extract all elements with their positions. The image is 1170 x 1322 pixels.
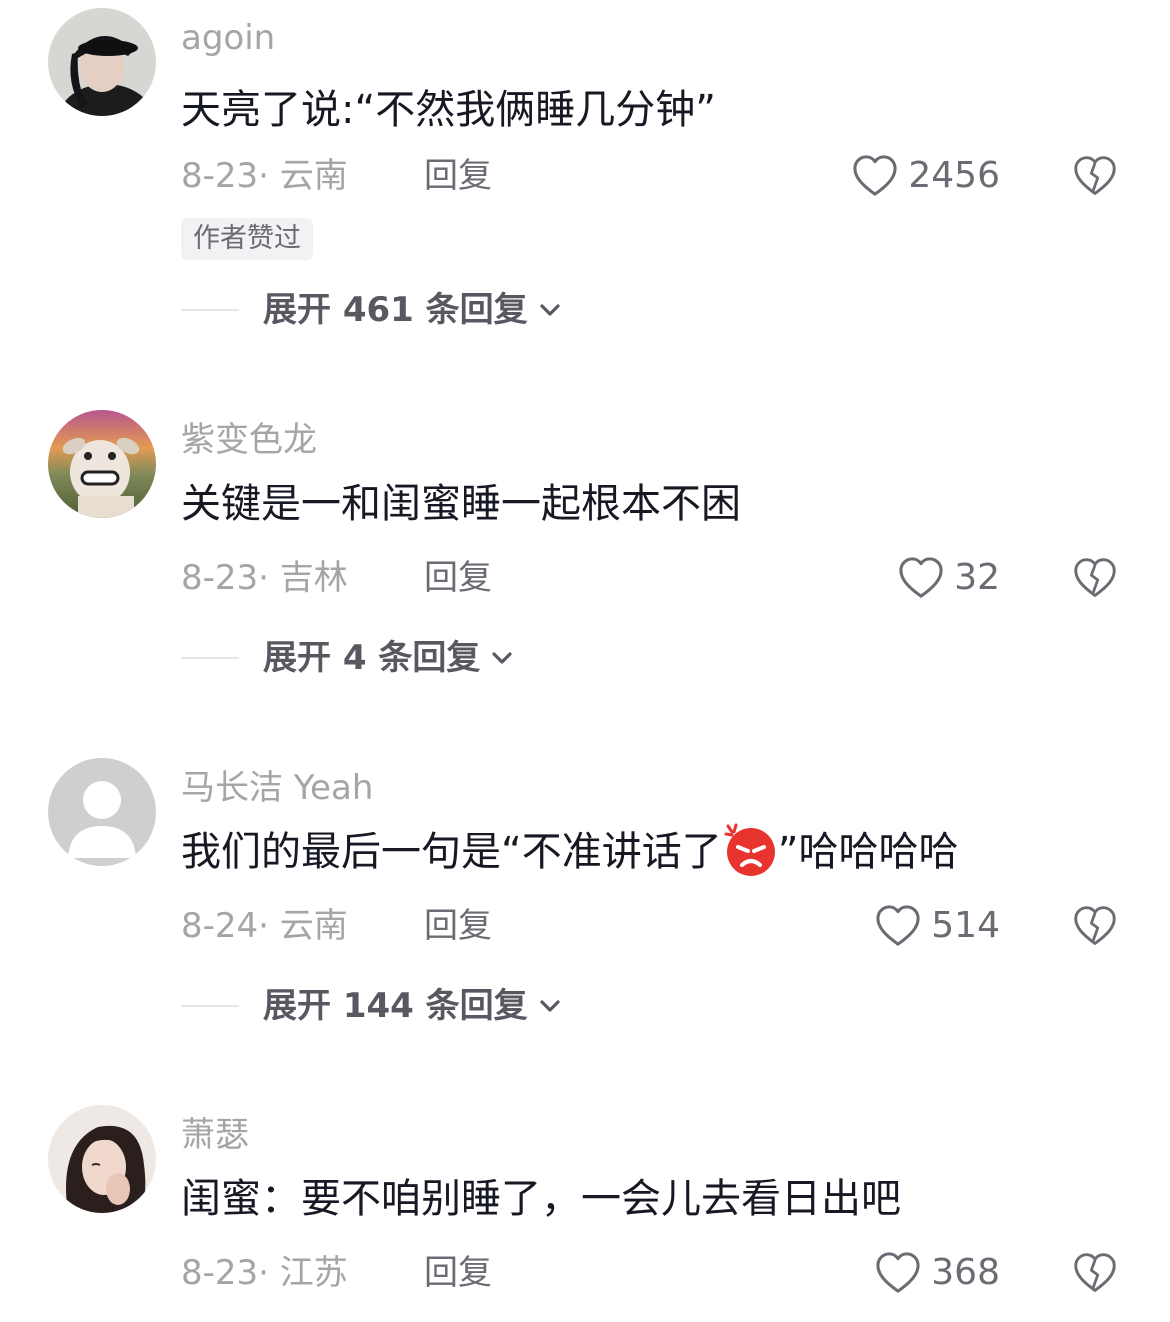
reply-button[interactable]: 回复 (424, 1251, 492, 1295)
heart-outline-icon (853, 155, 897, 196)
like-count: 514 (931, 905, 1000, 946)
like-button[interactable]: 32 (898, 556, 1000, 600)
comment-date-location: 8-24· 云南 (181, 906, 348, 946)
divider-line (181, 309, 239, 311)
chevron-down-icon (540, 1000, 560, 1012)
angry-face-emoji (724, 823, 775, 876)
comment-text: 天亮了说:“不然我俩睡几分钟” (181, 87, 716, 133)
like-button[interactable]: 2456 (852, 154, 1000, 198)
comment-text: 我们的最后一句是“不准讲话了 ”哈哈哈哈 (181, 823, 959, 880)
like-button[interactable]: 368 (875, 1251, 1000, 1295)
heart-outline-icon (876, 1252, 920, 1293)
comment-username[interactable]: 紫变色龙 (181, 418, 317, 462)
avatar[interactable] (48, 8, 156, 116)
comment-date-location: 8-23· 云南 (181, 156, 348, 196)
expand-replies-label: 展开 144 条回复 (263, 986, 528, 1026)
broken-heart-icon[interactable] (1073, 556, 1117, 600)
expand-replies-button[interactable]: 展开 4 条回复 (181, 636, 516, 680)
divider-line (181, 657, 239, 659)
avatar[interactable] (48, 410, 156, 518)
heart-outline-icon (899, 557, 943, 598)
like-count: 368 (931, 1252, 1000, 1293)
comment-date-location: 8-23· 吉林 (181, 558, 348, 598)
chevron-down-icon (492, 652, 512, 664)
like-count: 32 (954, 557, 1000, 598)
comment-date-location: 8-23· 江苏 (181, 1253, 348, 1293)
like-button[interactable]: 514 (875, 904, 1000, 948)
expand-replies-button[interactable]: 展开 144 条回复 (181, 984, 564, 1028)
expand-replies-label: 展开 461 条回复 (263, 290, 528, 330)
broken-heart-icon[interactable] (1073, 1251, 1117, 1295)
expand-replies-label: 展开 4 条回复 (263, 638, 481, 678)
expand-replies-button[interactable]: 展开 461 条回复 (181, 288, 564, 332)
comment-username[interactable]: 马长洁 Yeah (181, 766, 373, 810)
comment-username[interactable]: 萧瑟 (181, 1113, 249, 1157)
author-liked-badge: 作者赞过 (181, 218, 313, 260)
comment-text: 闺蜜：要不咱别睡了，一会儿去看日出吧 (181, 1176, 901, 1222)
reply-button[interactable]: 回复 (424, 904, 492, 948)
broken-heart-icon[interactable] (1073, 154, 1117, 198)
divider-line (181, 1005, 239, 1007)
like-count: 2456 (908, 155, 1000, 196)
comment-text-part: 我们的最后一句是“不准讲话了 (181, 829, 722, 875)
heart-outline-icon (876, 905, 920, 946)
avatar[interactable] (48, 758, 156, 866)
avatar[interactable] (48, 1105, 156, 1213)
chevron-down-icon (540, 304, 560, 316)
comment-text: 关键是一和闺蜜睡一起根本不困 (181, 481, 741, 527)
comment-username[interactable]: agoin (181, 16, 275, 60)
reply-button[interactable]: 回复 (424, 556, 492, 600)
reply-button[interactable]: 回复 (424, 154, 492, 198)
broken-heart-icon[interactable] (1073, 904, 1117, 948)
comment-text-part: ”哈哈哈哈 (777, 829, 959, 875)
